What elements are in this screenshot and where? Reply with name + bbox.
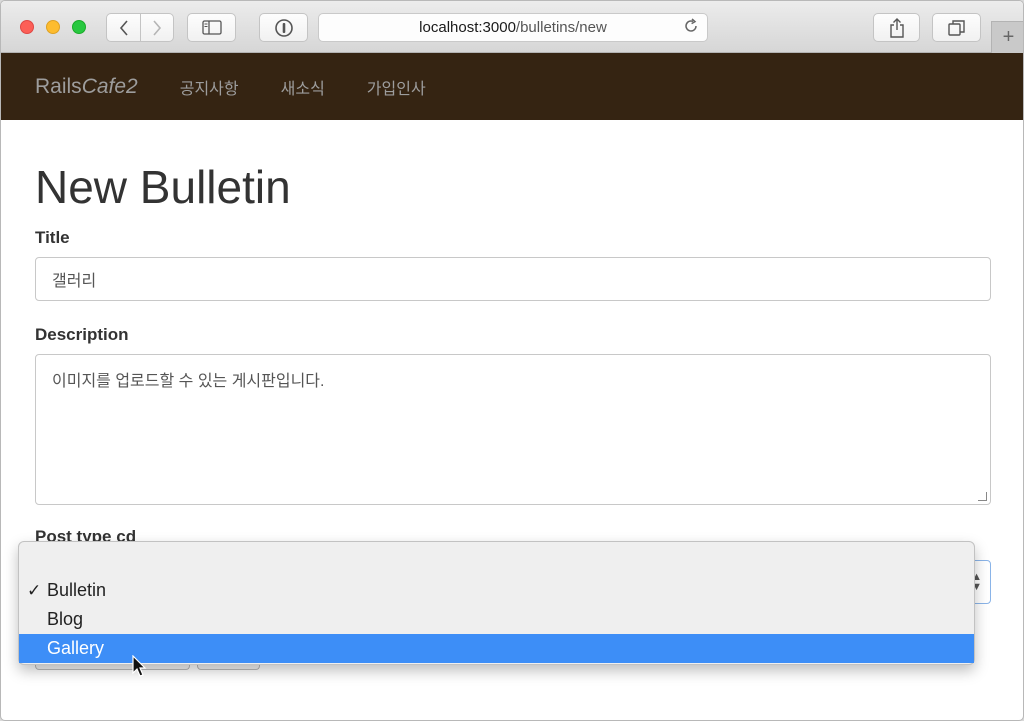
nav-item-notice[interactable]: 공지사항 [180, 75, 239, 99]
password-manager-button[interactable] [259, 13, 308, 42]
title-input[interactable]: 갤러리 [35, 257, 991, 301]
description-label: Description [35, 325, 129, 344]
nav-item-news[interactable]: 새소식 [281, 75, 325, 99]
resize-handle-icon[interactable] [978, 492, 987, 501]
back-button[interactable] [106, 13, 141, 42]
nav-item-greetings[interactable]: 가입인사 [367, 75, 426, 99]
share-button[interactable] [873, 13, 920, 42]
plus-icon: + [1002, 26, 1015, 48]
option-label: Gallery [47, 638, 105, 658]
key-icon [274, 18, 293, 37]
option-label: Bulletin [47, 580, 107, 600]
checkmark-icon: ✓ [27, 581, 42, 600]
description-value: 이미지를 업로드할 수 있는 게시판입니다. [52, 373, 325, 390]
new-tab-button[interactable]: + [991, 21, 1023, 53]
chevron-left-icon [119, 19, 128, 36]
main-content: New Bulletin Title 갤러리 Description 이미지를 … [35, 120, 991, 670]
brand-cafe: Cafe2 [81, 74, 138, 98]
url-path: /bulletins/new [515, 19, 607, 36]
browser-toolbar: localhost:3000/bulletins/new + [1, 1, 1023, 53]
reload-icon[interactable] [683, 18, 699, 39]
option-bulletin[interactable]: ✓ Bulletin [19, 576, 974, 605]
zoom-window-button[interactable] [72, 20, 86, 34]
post-type-dropdown-menu: ✓ Bulletin Blog Gallery [18, 541, 975, 665]
share-icon [889, 17, 904, 38]
chevron-right-icon [153, 19, 162, 36]
option-label: Blog [47, 609, 84, 629]
description-textarea[interactable]: 이미지를 업로드할 수 있는 게시판입니다. [35, 354, 991, 505]
close-window-button[interactable] [20, 20, 34, 34]
brand-rails: Rails [35, 74, 82, 98]
address-bar[interactable]: localhost:3000/bulletins/new [318, 13, 708, 42]
option-gallery[interactable]: Gallery [19, 634, 974, 663]
forward-button[interactable] [140, 13, 174, 42]
tabs-icon [947, 19, 965, 36]
minimize-window-button[interactable] [46, 20, 60, 34]
sidebar-icon [201, 20, 222, 35]
option-blog[interactable]: Blog [19, 605, 974, 634]
site-navbar: RailsCafe2 공지사항 새소식 가입인사 [1, 53, 1023, 120]
brand-link[interactable]: RailsCafe2 [35, 75, 138, 99]
tabs-overview-button[interactable] [932, 13, 981, 42]
url-host: localhost:3000 [419, 19, 516, 36]
browser-window: localhost:3000/bulletins/new + RailsCafe… [0, 0, 1024, 721]
title-label: Title [35, 228, 70, 247]
mouse-cursor-icon [132, 655, 147, 677]
page-title: New Bulletin [35, 161, 291, 213]
sidebar-toggle-button[interactable] [187, 13, 236, 42]
title-input-value: 갤러리 [52, 273, 97, 290]
